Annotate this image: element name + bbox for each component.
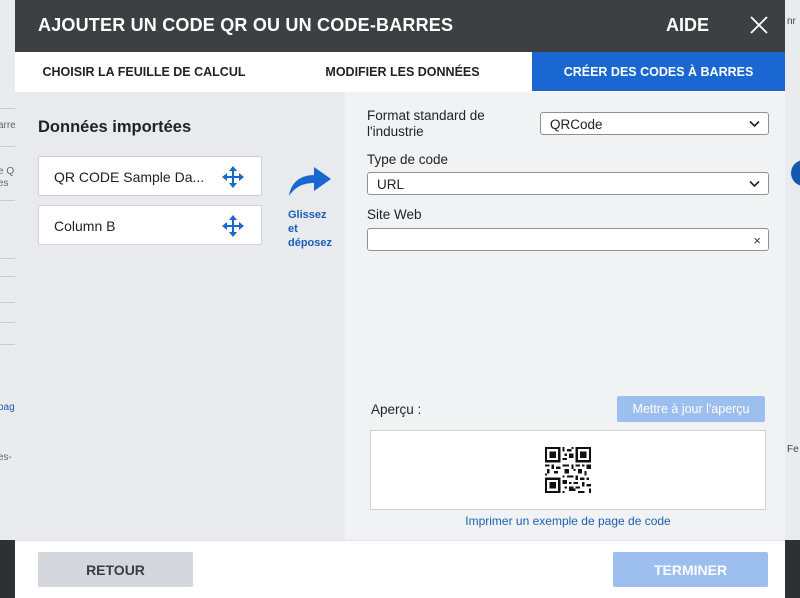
add-barcode-dialog: AJOUTER UN CODE QR OU UN CODE-BARRES AID… — [15, 0, 785, 598]
tab-create-barcodes[interactable]: CRÉER DES CODES À BARRES — [532, 52, 785, 91]
bg-fragment: arre — [0, 120, 15, 131]
field-card-label: Column B — [54, 218, 116, 234]
preview-box — [370, 430, 766, 510]
field-card-column-b[interactable]: Column B — [38, 205, 262, 245]
tab-edit-data[interactable]: MODIFIER LES DONNÉES — [273, 52, 532, 91]
bg-fragment: es — [0, 178, 9, 189]
field-card-label: QR CODE Sample Da... — [54, 169, 205, 185]
back-button[interactable]: RETOUR — [38, 552, 193, 587]
chevron-down-icon — [749, 120, 760, 128]
code-type-select[interactable]: URL — [367, 172, 769, 195]
qr-code-preview — [545, 447, 591, 493]
chevron-down-icon — [749, 180, 760, 188]
finish-button[interactable]: TERMINER — [613, 552, 768, 587]
preview-label: Aperçu : — [371, 402, 422, 417]
bg-fragment: Fe — [787, 444, 799, 455]
move-icon[interactable] — [222, 215, 244, 237]
website-label: Site Web — [367, 207, 422, 222]
format-label: Format standard de l'industrie — [367, 108, 485, 140]
format-select-value: QRCode — [550, 117, 603, 132]
drag-hint-line: déposez — [288, 237, 333, 249]
bg-fragment: e QR — [0, 166, 15, 177]
format-label-line: l'industrie — [367, 124, 424, 139]
tab-choose-sheet[interactable]: CHOISIR LA FEUILLE DE CALCUL — [15, 52, 273, 91]
wizard-tabs: CHOISIR LA FEUILLE DE CALCUL MODIFIER LE… — [15, 52, 785, 91]
bg-circle-button — [791, 160, 800, 186]
format-label-line: Format standard de — [367, 108, 485, 123]
dialog-footer: RETOUR TERMINER — [15, 540, 785, 598]
clear-icon[interactable]: × — [753, 233, 761, 248]
background-app-right: nr Fe — [785, 0, 800, 598]
code-type-label: Type de code — [367, 152, 449, 167]
imported-data-panel: Données importées QR CODE Sample Da... C… — [15, 92, 345, 540]
drag-hint-line: Glissez — [288, 209, 327, 221]
dialog-body: Données importées QR CODE Sample Da... C… — [15, 92, 785, 540]
bg-fragment: nr — [787, 16, 796, 27]
background-app-left: arre e QR es pag es- — [0, 0, 15, 598]
print-sample-link[interactable]: Imprimer un exemple de page de code — [345, 514, 791, 528]
drag-arrow-icon — [289, 167, 331, 196]
imported-data-title: Données importées — [38, 118, 192, 136]
barcode-settings-panel: Format standard de l'industrie QRCode Ty… — [345, 92, 785, 540]
code-type-select-value: URL — [377, 177, 405, 192]
website-input[interactable]: × — [367, 228, 769, 251]
help-link[interactable]: AIDE — [666, 15, 709, 36]
update-preview-button[interactable]: Mettre à jour l'aperçu — [617, 396, 765, 422]
format-select[interactable]: QRCode — [540, 112, 769, 135]
bg-fragment: pag — [0, 402, 15, 413]
bg-fragment: es- — [0, 452, 12, 463]
field-card-qr-code-sample[interactable]: QR CODE Sample Da... — [38, 156, 262, 196]
close-icon[interactable] — [748, 14, 770, 36]
dialog-header: AJOUTER UN CODE QR OU UN CODE-BARRES AID… — [15, 0, 785, 52]
dialog-title: AJOUTER UN CODE QR OU UN CODE-BARRES — [38, 15, 454, 35]
drag-hint-line: et — [288, 223, 298, 235]
move-icon[interactable] — [222, 166, 244, 188]
drag-drop-hint: Glissez et déposez — [288, 208, 332, 250]
